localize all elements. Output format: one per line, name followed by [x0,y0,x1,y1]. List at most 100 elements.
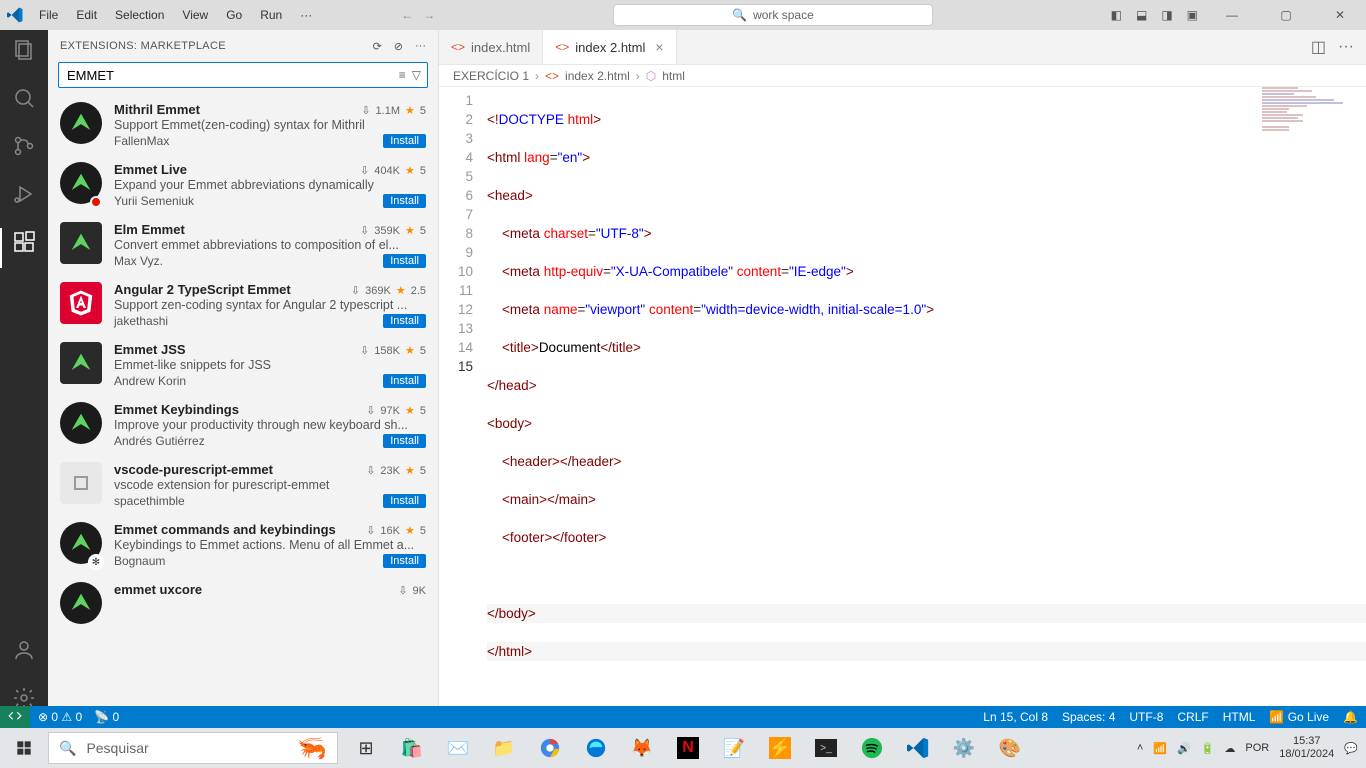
problems-indicator[interactable]: ⊗ 0 ⚠ 0 [38,710,82,724]
menu-edit[interactable]: Edit [67,8,106,22]
extension-item[interactable]: emmet uxcore⇩ 9K [48,574,438,630]
start-button[interactable] [0,728,48,768]
tab-index-html[interactable]: <> index.html [439,30,543,64]
task-view-icon[interactable]: ⊞ [346,728,386,768]
code-lines[interactable]: <!DOCTYPE html> <html lang="en"> <head> … [487,87,1366,720]
chevron-right-icon: › [535,69,539,83]
install-button[interactable]: Install [383,134,426,148]
nav-back-icon[interactable]: ← [401,8,413,22]
layout-primary-icon[interactable]: ◧ [1111,8,1122,22]
install-button[interactable]: Install [383,554,426,568]
account-icon[interactable] [12,638,36,662]
notifications-icon[interactable]: 🔔 [1343,710,1358,724]
install-button[interactable]: Install [383,194,426,208]
extension-search-input[interactable] [59,68,399,83]
star-icon: ★ [405,524,415,537]
extension-item[interactable]: vscode-purescript-emmet⇩ 23K ★ 5vscode e… [48,454,438,514]
cursor-position[interactable]: Ln 15, Col 8 [983,710,1048,724]
install-button[interactable]: Install [383,254,426,268]
extension-item[interactable]: Angular 2 TypeScript Emmet⇩ 369K ★ 2.5Su… [48,274,438,334]
layout-customize-icon[interactable]: ▣ [1187,8,1198,22]
tab-index-2-html[interactable]: <> index 2.html × [543,30,676,64]
filter-icon[interactable]: ≡ [399,68,406,82]
app-vscode-icon[interactable] [898,728,938,768]
app-notepad-icon[interactable]: 📝 [714,728,754,768]
nav-forward-icon[interactable]: → [423,8,435,22]
window-close-icon[interactable]: ✕ [1320,8,1360,22]
extension-stats: ⇩ 97K ★ 5 [366,404,426,417]
run-debug-icon[interactable] [12,182,36,206]
app-settings-icon[interactable]: ⚙️ [944,728,984,768]
source-control-icon[interactable] [12,134,36,158]
clear-icon[interactable]: ⊘ [394,40,403,53]
extension-list[interactable]: Mithril Emmet⇩ 1.1M ★ 5Support Emmet(zen… [48,94,438,720]
app-store-icon[interactable]: 🛍️ [392,728,432,768]
menu-go[interactable]: Go [217,8,251,22]
app-mail-icon[interactable]: ✉️ [438,728,478,768]
go-live[interactable]: 📶 Go Live [1269,710,1329,724]
app-chrome-icon[interactable] [530,728,570,768]
extension-item[interactable]: ✻Emmet commands and keybindings⇩ 16K ★ 5… [48,514,438,574]
app-firefox-icon[interactable]: 🦊 [622,728,662,768]
taskbar-search[interactable]: 🔍 Pesquisar 🦐 [48,732,338,764]
command-center[interactable]: 🔍 work space [613,4,933,26]
breadcrumb-folder[interactable]: EXERCÍCIO 1 [453,69,529,83]
extension-stats: ⇩ 16K ★ 5 [366,524,426,537]
close-icon[interactable]: × [655,39,663,55]
search-icon[interactable] [12,86,36,110]
funnel-icon[interactable]: ▽ [412,68,421,82]
extension-search-wrap[interactable]: ≡ ▽ [58,62,428,88]
app-netflix-icon[interactable]: N [668,728,708,768]
install-button[interactable]: Install [383,434,426,448]
tray-wifi-icon[interactable]: 📶 [1153,742,1167,755]
tray-onedrive-icon[interactable]: ☁ [1224,742,1235,755]
ports-indicator[interactable]: 📡 0 [94,710,119,724]
extension-description: Support zen-coding syntax for Angular 2 … [114,298,426,312]
breadcrumb[interactable]: EXERCÍCIO 1 › <> index 2.html › ⬡ html [439,65,1366,87]
eol[interactable]: CRLF [1177,710,1208,724]
layout-panel-icon[interactable]: ⬓ [1136,8,1147,22]
app-edge-icon[interactable] [576,728,616,768]
app-paint-icon[interactable]: 🎨 [990,728,1030,768]
more-icon[interactable]: ··· [415,40,426,53]
remote-indicator[interactable] [0,706,30,728]
menu-file[interactable]: File [30,8,67,22]
app-winamp-icon[interactable]: ⚡ [760,728,800,768]
extension-item[interactable]: Emmet Keybindings⇩ 97K ★ 5Improve your p… [48,394,438,454]
install-button[interactable]: Install [383,494,426,508]
extension-item[interactable]: Emmet JSS⇩ 158K ★ 5Emmet-like snippets f… [48,334,438,394]
minimap[interactable] [1262,87,1352,147]
app-spotify-icon[interactable] [852,728,892,768]
window-minimize-icon[interactable]: — [1212,8,1252,22]
menu-run[interactable]: Run [251,8,291,22]
encoding[interactable]: UTF-8 [1129,710,1163,724]
install-button[interactable]: Install [383,374,426,388]
tab-more-icon[interactable]: ··· [1338,38,1354,56]
tray-battery-icon[interactable]: 🔋 [1201,742,1215,755]
tray-chevron-icon[interactable]: ˄ [1137,742,1143,754]
tray-language[interactable]: POR [1245,742,1269,754]
install-button[interactable]: Install [383,314,426,328]
menu-view[interactable]: View [173,8,217,22]
menu-selection[interactable]: Selection [106,8,173,22]
refresh-icon[interactable]: ⟳ [373,40,382,53]
language-mode[interactable]: HTML [1223,710,1256,724]
app-explorer-icon[interactable]: 📁 [484,728,524,768]
menu-more[interactable]: ··· [291,8,321,22]
breadcrumb-file[interactable]: index 2.html [565,69,630,83]
code-editor[interactable]: 123456789101112131415 <!DOCTYPE html> <h… [439,87,1366,720]
app-terminal-icon[interactable]: >_ [806,728,846,768]
extensions-icon[interactable] [12,230,36,254]
layout-secondary-icon[interactable]: ◨ [1161,8,1172,22]
tray-volume-icon[interactable]: 🔊 [1177,742,1191,755]
indentation[interactable]: Spaces: 4 [1062,710,1115,724]
split-editor-icon[interactable]: ◫ [1311,37,1326,57]
tray-clock[interactable]: 15:37 18/01/2024 [1279,735,1334,761]
breadcrumb-symbol[interactable]: html [662,69,685,83]
tray-notifications-icon[interactable]: 💬 [1344,742,1358,755]
extension-item[interactable]: Mithril Emmet⇩ 1.1M ★ 5Support Emmet(zen… [48,94,438,154]
window-maximize-icon[interactable]: ▢ [1266,8,1306,22]
extension-item[interactable]: Emmet Live⇩ 404K ★ 5Expand your Emmet ab… [48,154,438,214]
explorer-icon[interactable] [12,38,36,62]
extension-item[interactable]: Elm Emmet⇩ 359K ★ 5Convert emmet abbrevi… [48,214,438,274]
